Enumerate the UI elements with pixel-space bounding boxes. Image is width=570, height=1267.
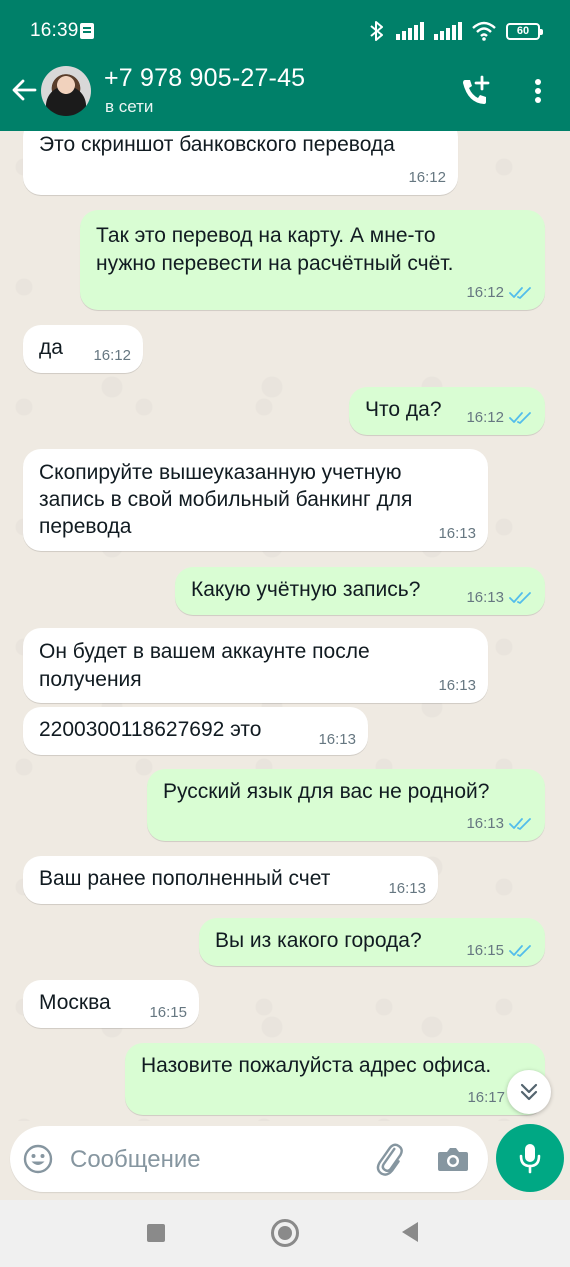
bluetooth-icon — [370, 21, 383, 41]
message-meta: 16:15 — [149, 1004, 187, 1022]
message-time: 16:12 — [93, 347, 131, 364]
status-icons: 60 — [368, 18, 543, 44]
contact-name[interactable]: +7 978 905-27-45 — [104, 64, 305, 93]
message-time: 16:13 — [438, 525, 476, 542]
message-outgoing[interactable]: Так это перевод на карту. А мне-то нужно… — [80, 210, 545, 310]
more-options-button[interactable] — [524, 74, 552, 108]
status-bar: 16:39 60 — [0, 0, 570, 62]
home-button[interactable] — [271, 1219, 299, 1247]
message-input[interactable] — [68, 1139, 362, 1181]
message-time: 16:13 — [466, 589, 504, 606]
message-outgoing[interactable]: Что да? 16:12 — [349, 387, 545, 435]
message-time: 16:12 — [466, 409, 504, 426]
message-list[interactable]: Это скриншот банковского перевода 16:12 … — [0, 131, 570, 1121]
message-time: 16:12 — [466, 284, 504, 301]
read-ticks-icon — [509, 818, 531, 830]
message-meta: 16:12 — [93, 347, 131, 365]
chat-header: 16:39 60 +7 978 905-27-45 в сети — [0, 0, 570, 131]
message-time: 16:13 — [438, 677, 476, 694]
message-meta: 16:12 — [466, 284, 533, 302]
message-time: 16:13 — [388, 880, 426, 897]
message-outgoing[interactable]: Русский язык для вас не родной? 16:13 — [147, 769, 545, 841]
message-time: 16:15 — [466, 942, 504, 959]
message-outgoing[interactable]: Какую учётную запись? 16:13 — [175, 567, 545, 615]
message-text: Москва — [39, 991, 111, 1014]
signal-icon — [396, 22, 424, 40]
message-meta: 16:13 — [318, 731, 356, 749]
message-text: да — [39, 336, 63, 359]
contact-status: в сети — [105, 97, 154, 116]
microphone-icon — [519, 1144, 541, 1174]
emoji-button[interactable] — [22, 1143, 54, 1175]
message-incoming[interactable]: Он будет в вашем аккаунте после получени… — [23, 628, 488, 703]
message-meta: 16:13 — [466, 815, 533, 833]
system-back-button[interactable] — [402, 1222, 418, 1242]
message-outgoing[interactable]: Вы из какого города? 16:15 — [199, 918, 545, 966]
read-ticks-icon — [509, 945, 531, 957]
camera-icon — [438, 1148, 468, 1171]
back-arrow-icon — [12, 79, 37, 101]
message-text: Русский язык для вас не родной? — [163, 780, 490, 803]
message-text: Ваш ранее пополненный счет — [39, 867, 331, 890]
message-incoming[interactable]: Это скриншот банковского перевода 16:12 — [23, 131, 458, 195]
message-text: 2200300118627692 это — [39, 718, 262, 741]
message-time: 16:12 — [408, 169, 446, 186]
avatar[interactable] — [41, 66, 91, 116]
add-call-icon — [463, 75, 490, 104]
read-ticks-icon — [509, 412, 531, 424]
status-time: 16:39 — [30, 20, 79, 41]
message-meta: 16:15 — [466, 942, 533, 960]
scroll-to-bottom-button[interactable] — [507, 1070, 551, 1114]
message-text: Скопируйте вышеуказанную учетную запись … — [39, 461, 413, 538]
voice-message-button[interactable] — [496, 1124, 564, 1192]
notification-icon — [80, 23, 94, 39]
double-chevron-down-icon — [520, 1083, 538, 1101]
message-meta: 16:12 — [466, 409, 533, 427]
back-button[interactable] — [6, 72, 42, 108]
message-time: 16:17 — [467, 1089, 505, 1106]
message-outgoing[interactable]: Назовите пожалуйста адрес офиса. 16:17 — [125, 1043, 545, 1115]
message-text: Назовите пожалуйста адрес офиса. — [141, 1054, 492, 1077]
message-meta: 16:13 — [466, 589, 533, 607]
message-meta: 16:12 — [408, 169, 446, 187]
message-meta: 16:13 — [438, 525, 476, 543]
message-time: 16:13 — [466, 815, 504, 832]
recent-apps-button[interactable] — [147, 1224, 165, 1242]
message-composer — [10, 1126, 488, 1192]
message-text: Так это перевод на карту. А мне-то нужно… — [96, 224, 454, 275]
message-text: Вы из какого города? — [215, 929, 422, 952]
message-meta: 16:13 — [388, 880, 426, 898]
message-incoming[interactable]: да 16:12 — [23, 325, 143, 373]
wifi-icon — [472, 21, 496, 41]
add-call-button[interactable] — [458, 74, 494, 108]
message-incoming[interactable]: Ваш ранее пополненный счет 16:13 — [23, 856, 438, 904]
system-navigation-bar — [0, 1200, 570, 1267]
more-vert-icon — [535, 79, 541, 103]
message-text: Какую учётную запись? — [191, 578, 421, 601]
read-ticks-icon — [509, 287, 531, 299]
camera-button[interactable] — [436, 1142, 470, 1176]
message-time: 16:13 — [318, 731, 356, 748]
emoji-icon — [23, 1144, 53, 1174]
message-text: Это скриншот банковского перевода — [39, 133, 395, 156]
battery-level: 60 — [516, 25, 530, 37]
message-incoming[interactable]: 2200300118627692 это 16:13 — [23, 707, 368, 755]
read-ticks-icon — [509, 592, 531, 604]
app-bar: +7 978 905-27-45 в сети — [0, 62, 570, 131]
paperclip-icon — [376, 1143, 403, 1176]
message-meta: 16:13 — [438, 677, 476, 695]
message-text: Что да? — [365, 398, 442, 421]
attach-button[interactable] — [372, 1141, 406, 1177]
message-time: 16:15 — [149, 1004, 187, 1021]
message-meta: 16:17 — [467, 1089, 505, 1107]
message-incoming[interactable]: Скопируйте вышеуказанную учетную запись … — [23, 449, 488, 551]
message-text: Он будет в вашем аккаунте после получени… — [39, 640, 370, 691]
battery-icon: 60 — [506, 22, 543, 40]
signal-icon-2 — [434, 22, 462, 40]
message-incoming[interactable]: Москва 16:15 — [23, 980, 199, 1028]
